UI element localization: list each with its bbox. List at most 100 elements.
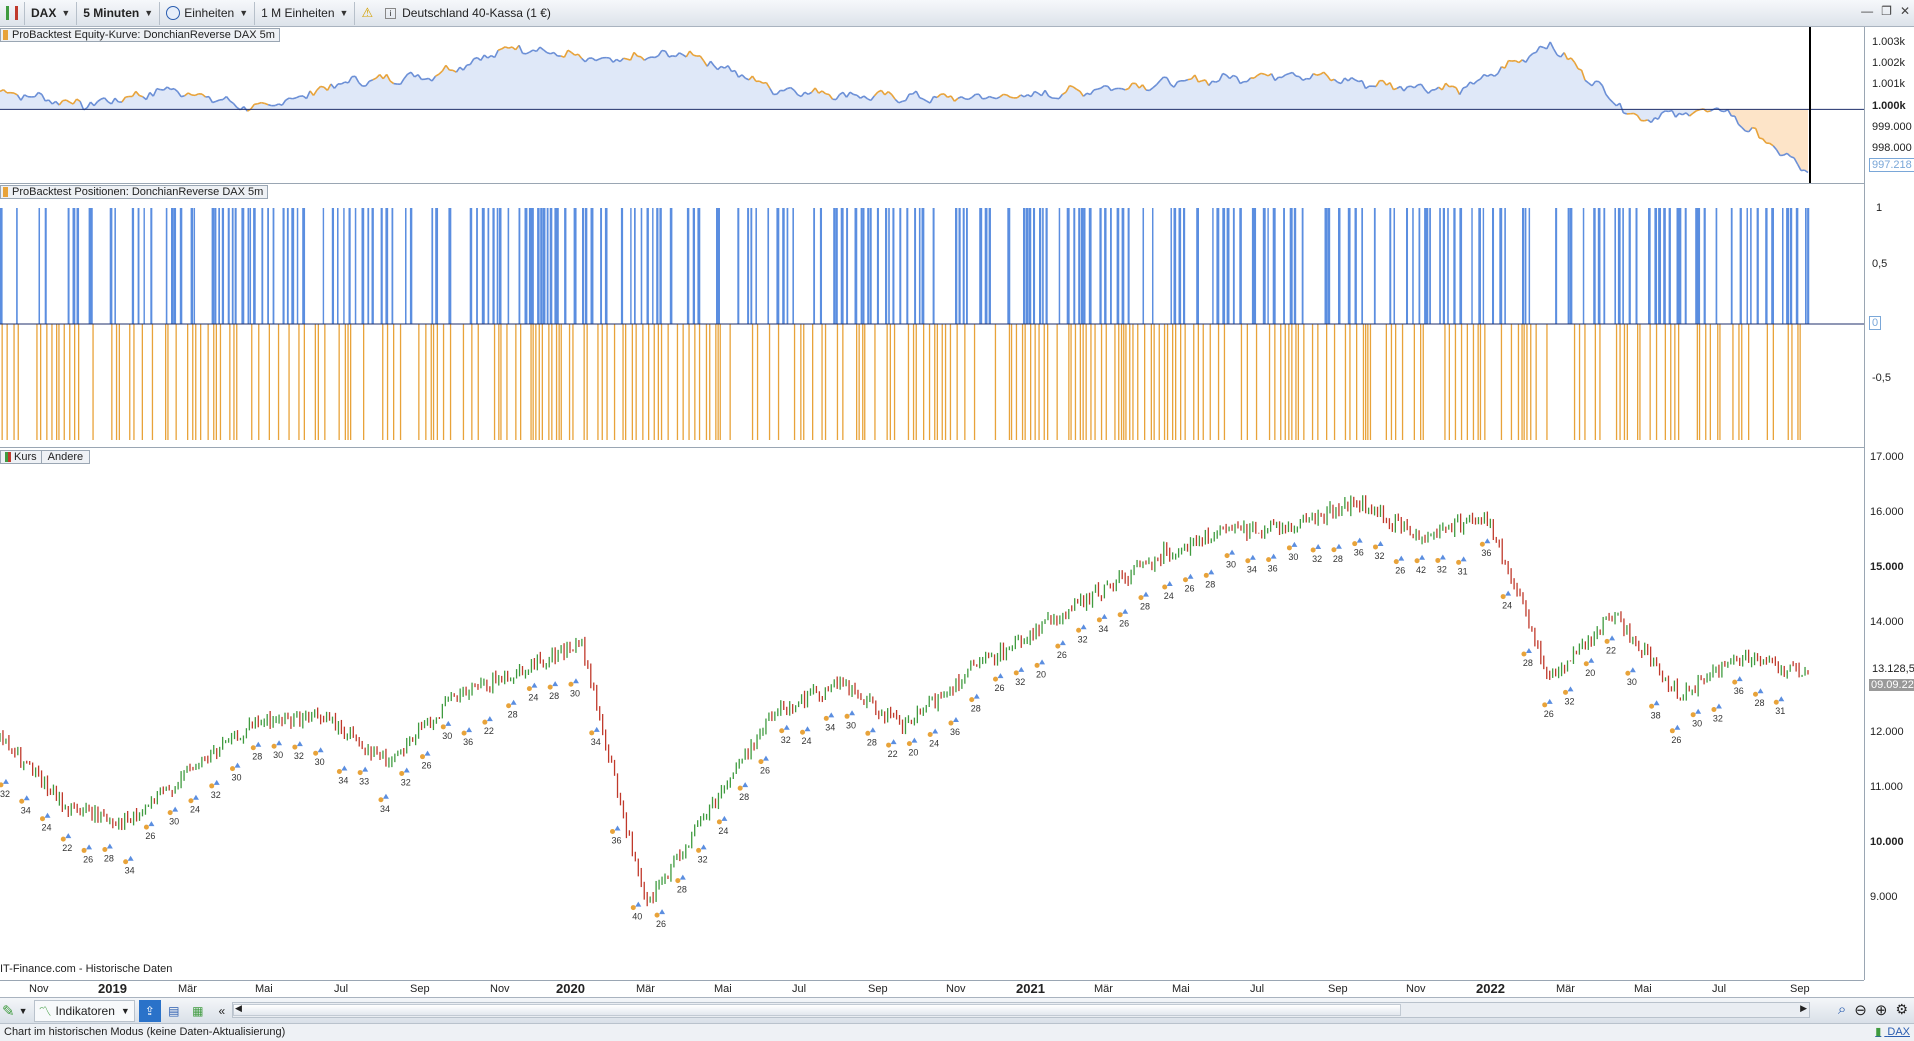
tab-kurs[interactable]: Kurs (1, 451, 42, 463)
long-position-bar (1084, 208, 1086, 324)
equity-current-value: 997.218 (1869, 158, 1914, 172)
trade-bar-count: 28 (1333, 554, 1343, 564)
units-count-selector[interactable]: 1 M Einheiten ▼ (255, 1, 356, 25)
instrument-info[interactable]: i Deutschland 40-Kassa (1 €) (379, 2, 557, 25)
scrollbar-thumb[interactable] (233, 1004, 1401, 1016)
drawing-tools-button[interactable]: ✎ ▼ (2, 1000, 28, 1022)
short-position-bar (1255, 324, 1258, 440)
trade-bar-count: 26 (1671, 735, 1681, 745)
short-position-bar (560, 324, 562, 440)
short-position-bar (824, 324, 827, 440)
template-button[interactable]: ▤ (163, 1000, 185, 1022)
long-position-bar (640, 208, 643, 324)
long-position-bar (867, 208, 870, 324)
trade-bar-count: 26 (1184, 584, 1194, 594)
export-button[interactable]: ▦ (187, 1000, 209, 1022)
long-position-bar (165, 208, 168, 324)
equity-line-segment (902, 99, 906, 103)
short-position-bar (324, 324, 326, 440)
sell-marker (399, 770, 405, 776)
indicators-button[interactable]: 〽 Indikatoren ▼ (33, 999, 135, 1022)
short-position-bar (803, 324, 805, 440)
equity-line-segment (992, 96, 997, 100)
minimize-icon[interactable]: — (1861, 4, 1873, 18)
equity-line-segment (1010, 96, 1014, 99)
orange-square-icon (3, 187, 8, 197)
long-position-bar (1196, 208, 1199, 324)
zoom-out-icon[interactable]: ⊖ (1854, 1001, 1867, 1019)
x-tick: Jul (1712, 983, 1727, 995)
short-position-bar (1090, 324, 1092, 440)
long-position-bar (405, 208, 407, 324)
short-position-bar (660, 324, 663, 440)
trade-bar-count: 32 (1078, 634, 1088, 644)
share-button[interactable]: ⇪ (138, 999, 161, 1022)
short-position-bar (1079, 324, 1081, 440)
short-position-bar (515, 324, 517, 440)
short-position-bar (1043, 324, 1045, 440)
sell-marker (1076, 627, 1082, 633)
x-tick: Nov (29, 983, 49, 995)
buy-marker (106, 843, 113, 849)
x-tick: 2020 (556, 981, 585, 996)
double-chevron-left-icon: « (218, 1003, 226, 1018)
long-position-bar (1439, 208, 1441, 324)
trade-bar-count: 30 (1627, 677, 1637, 687)
scroll-right-icon[interactable]: ▶ (1800, 1003, 1807, 1014)
equity-panel-label[interactable]: ProBacktest Equity-Kurve: DonchianRevers… (0, 28, 280, 42)
buy-marker (1142, 591, 1149, 597)
zoom-fit-icon[interactable]: ⌕ (1838, 1001, 1846, 1019)
long-position-bar (921, 208, 925, 324)
equity-line-segment (424, 77, 429, 80)
short-position-bar (994, 324, 997, 440)
equity-line-segment (1407, 85, 1412, 88)
close-icon[interactable]: ✕ (1900, 4, 1910, 18)
short-position-bar (606, 324, 608, 440)
short-position-bar (1246, 324, 1248, 440)
short-position-bar (1479, 324, 1482, 440)
warning-button[interactable]: ⚠ (355, 2, 379, 25)
short-position-bar (1484, 324, 1486, 440)
long-position-bar (253, 208, 256, 324)
chart-type-button[interactable] (0, 1, 25, 25)
tab-andere[interactable]: Andere (42, 451, 89, 463)
buy-marker (1208, 569, 1215, 575)
short-position-bar (192, 324, 194, 440)
short-position-bar (1535, 324, 1537, 440)
buy-marker (1335, 543, 1342, 549)
short-position-bar (1741, 324, 1743, 440)
time-axis[interactable]: Nov 2019 Mär Mai Jul Sep Nov 2020 Mär Ma… (0, 980, 1864, 997)
buy-marker (932, 728, 939, 734)
long-position-bar (492, 208, 495, 324)
trade-bar-count: 22 (62, 843, 72, 853)
buy-marker (1356, 537, 1363, 543)
time-scrollbar[interactable]: ◀ ▶ (232, 1002, 1810, 1018)
equity-line-segment (292, 97, 297, 100)
short-position-bar (915, 324, 917, 440)
timeframe-selector[interactable]: 5 Minuten ▼ (77, 1, 161, 25)
positions-panel-label[interactable]: ProBacktest Positionen: DonchianReverse … (0, 185, 269, 199)
scroll-left-icon[interactable]: ◀ (235, 1003, 242, 1014)
positions-chart (0, 208, 1864, 440)
chart-settings-icon[interactable]: ⚙ (1895, 1001, 1908, 1019)
short-position-bar (893, 324, 896, 440)
units-mode-selector[interactable]: Einheiten ▼ (160, 1, 256, 25)
buy-marker (86, 844, 93, 850)
y-tick: 998.000 (1872, 142, 1912, 154)
equity-line-segment (546, 51, 551, 55)
scroll-start-button[interactable]: « (211, 1000, 233, 1022)
restore-icon[interactable]: ❐ (1881, 4, 1892, 18)
status-instrument-link[interactable]: ▮ DAX (1875, 1024, 1910, 1041)
instrument-selector[interactable]: DAX ▼ (25, 1, 78, 25)
long-position-bar (1262, 208, 1266, 324)
short-position-bar (1100, 324, 1103, 440)
sell-marker (906, 741, 912, 747)
long-position-bar (697, 208, 701, 324)
sell-marker (1245, 558, 1251, 564)
equity-line-segment (1187, 78, 1192, 81)
short-position-bar (1655, 324, 1658, 440)
zoom-in-icon[interactable]: ⊕ (1875, 1001, 1888, 1019)
equity-line-segment (623, 57, 628, 60)
short-position-bar (1619, 324, 1621, 440)
y-tick: 12.000 (1870, 726, 1904, 738)
